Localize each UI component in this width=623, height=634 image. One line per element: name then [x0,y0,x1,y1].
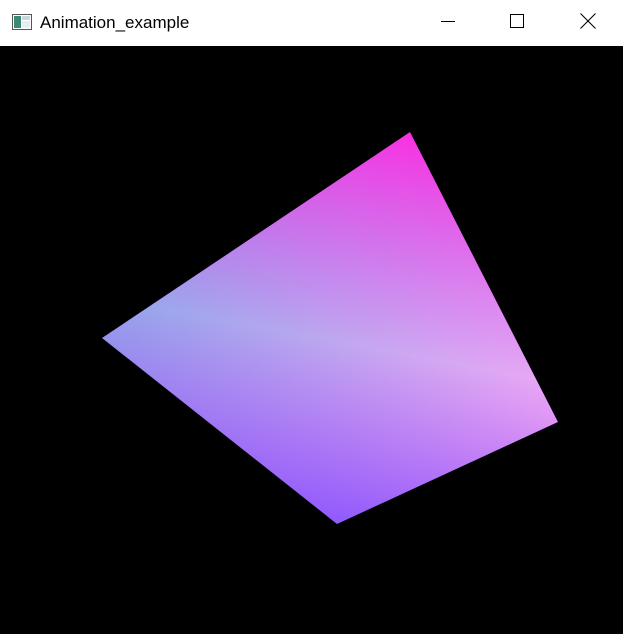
maximize-button[interactable] [494,0,540,46]
animated-quad-scene [102,132,558,524]
application-window: Animation_example [0,0,623,634]
window-title: Animation_example [40,13,190,32]
minimize-icon [440,13,456,34]
minimize-button[interactable] [425,0,471,46]
maximize-icon [509,13,525,34]
app-window-icon [12,14,32,30]
quad-overlay [102,132,558,524]
render-canvas[interactable] [0,46,623,634]
close-button[interactable] [565,0,611,46]
title-bar[interactable]: Animation_example [0,0,623,46]
close-icon [579,12,597,35]
